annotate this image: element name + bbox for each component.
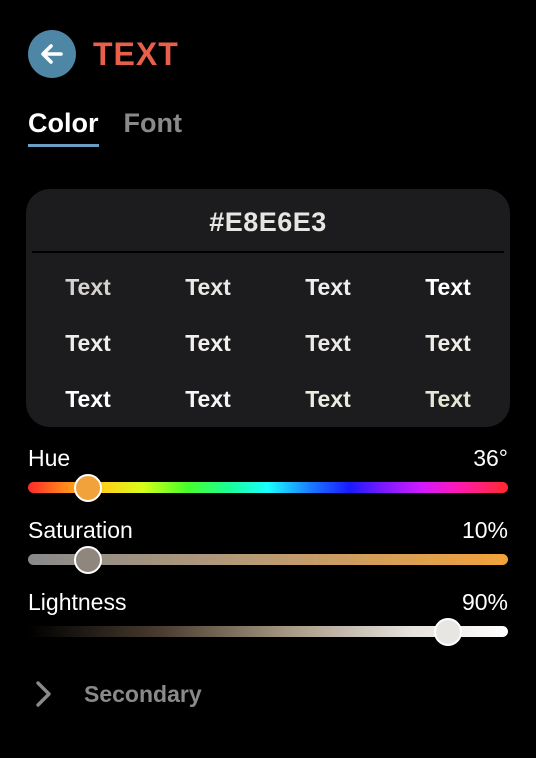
page-title: TEXT bbox=[93, 35, 179, 72]
hue-track[interactable] bbox=[28, 473, 508, 502]
text-sample[interactable]: Text bbox=[28, 329, 148, 385]
hue-label: Hue bbox=[28, 445, 71, 471]
lightness-slider: Lightness 90% bbox=[28, 588, 508, 646]
back-button[interactable] bbox=[28, 30, 76, 78]
hue-thumb[interactable] bbox=[74, 473, 102, 502]
text-sample[interactable]: Text bbox=[388, 385, 508, 441]
secondary-label: Secondary bbox=[84, 680, 202, 707]
text-sample[interactable]: Text bbox=[28, 385, 148, 441]
sample-row: Text Text Text Text bbox=[28, 329, 508, 385]
saturation-label: Saturation bbox=[28, 517, 133, 543]
color-preview-card: #E8E6E3 Text Text Text Text Text Text Te… bbox=[26, 189, 510, 427]
hue-value: 36° bbox=[473, 445, 508, 471]
lightness-label: Lightness bbox=[28, 589, 127, 615]
saturation-slider: Saturation 10% bbox=[28, 516, 508, 574]
sample-row: Text Text Text Text bbox=[28, 273, 508, 329]
tab-color[interactable]: Color bbox=[28, 108, 99, 147]
text-sample[interactable]: Text bbox=[268, 329, 388, 385]
text-sample[interactable]: Text bbox=[148, 385, 268, 441]
lightness-value: 90% bbox=[461, 589, 508, 615]
secondary-section-toggle[interactable]: Secondary bbox=[32, 674, 202, 714]
header: TEXT bbox=[28, 30, 179, 78]
text-sample[interactable]: Text bbox=[268, 273, 388, 329]
saturation-value: 10% bbox=[461, 517, 508, 543]
text-sample[interactable]: Text bbox=[268, 385, 388, 441]
text-sample[interactable]: Text bbox=[148, 329, 268, 385]
text-sample[interactable]: Text bbox=[388, 273, 508, 329]
chevron-right-icon bbox=[36, 681, 51, 707]
text-sample[interactable]: Text bbox=[28, 273, 148, 329]
sample-grid: Text Text Text Text Text Text Text Text … bbox=[28, 273, 508, 441]
hue-slider: Hue 36° bbox=[28, 444, 508, 502]
saturation-track[interactable] bbox=[28, 545, 508, 574]
text-sample[interactable]: Text bbox=[388, 329, 508, 385]
sample-row: Text Text Text Text bbox=[28, 385, 508, 441]
arrow-left-icon bbox=[41, 44, 63, 64]
tab-font[interactable]: Font bbox=[124, 108, 182, 147]
tab-bar: Color Font bbox=[28, 108, 182, 147]
lightness-track[interactable] bbox=[28, 617, 508, 646]
saturation-thumb[interactable] bbox=[74, 545, 102, 574]
hex-value: #E8E6E3 bbox=[209, 207, 327, 237]
lightness-thumb[interactable] bbox=[434, 617, 462, 646]
divider bbox=[32, 251, 504, 253]
text-sample[interactable]: Text bbox=[148, 273, 268, 329]
